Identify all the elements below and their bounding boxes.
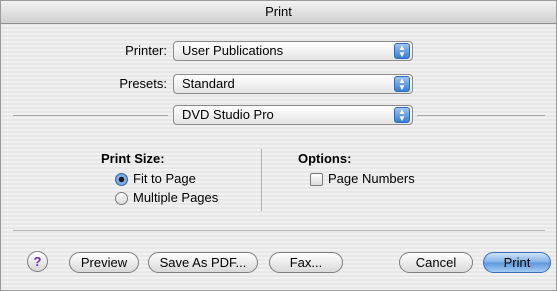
radio-label: Multiple Pages	[133, 190, 219, 205]
presets-popup[interactable]: Standard ▲ ▼	[173, 74, 413, 94]
radio-label: Fit to Page	[133, 171, 196, 186]
presets-label: Presets:	[119, 76, 167, 91]
radio-selected-icon	[115, 172, 128, 186]
radio-unselected-icon	[115, 191, 128, 205]
up-down-arrows-icon: ▲ ▼	[394, 107, 410, 123]
pane-value: DVD Studio Pro	[182, 107, 274, 122]
up-down-arrows-icon: ▲ ▼	[394, 43, 410, 59]
options-heading: Options:	[298, 151, 352, 166]
printer-value: User Publications	[182, 43, 284, 58]
print-size-heading: Print Size:	[101, 151, 165, 166]
bottom-separator	[13, 230, 545, 231]
separator-left	[13, 115, 168, 116]
cancel-button[interactable]: Cancel	[399, 252, 473, 273]
window-title: Print	[1, 1, 556, 24]
printer-popup[interactable]: User Publications ▲ ▼	[173, 41, 413, 61]
page-numbers-checkbox[interactable]: Page Numbers	[310, 171, 415, 187]
help-button[interactable]: ?	[27, 251, 48, 272]
presets-value: Standard	[182, 76, 235, 91]
pane-popup[interactable]: DVD Studio Pro ▲ ▼	[173, 105, 413, 125]
fax-button[interactable]: Fax...	[269, 252, 343, 273]
checkbox-icon	[310, 172, 323, 186]
preview-button[interactable]: Preview	[69, 252, 139, 273]
save-as-pdf-button[interactable]: Save As PDF...	[148, 252, 258, 273]
printer-label: Printer:	[125, 43, 167, 58]
up-down-arrows-icon: ▲ ▼	[394, 76, 410, 92]
separator-right	[417, 115, 545, 116]
checkbox-label: Page Numbers	[328, 171, 415, 186]
print-button[interactable]: Print	[483, 252, 551, 273]
group-divider	[261, 149, 262, 211]
radio-fit-to-page[interactable]: Fit to Page	[115, 171, 196, 187]
print-dialog: Print Printer: User Publications ▲ ▼ Pres…	[0, 0, 557, 291]
radio-multiple-pages[interactable]: Multiple Pages	[115, 190, 218, 206]
